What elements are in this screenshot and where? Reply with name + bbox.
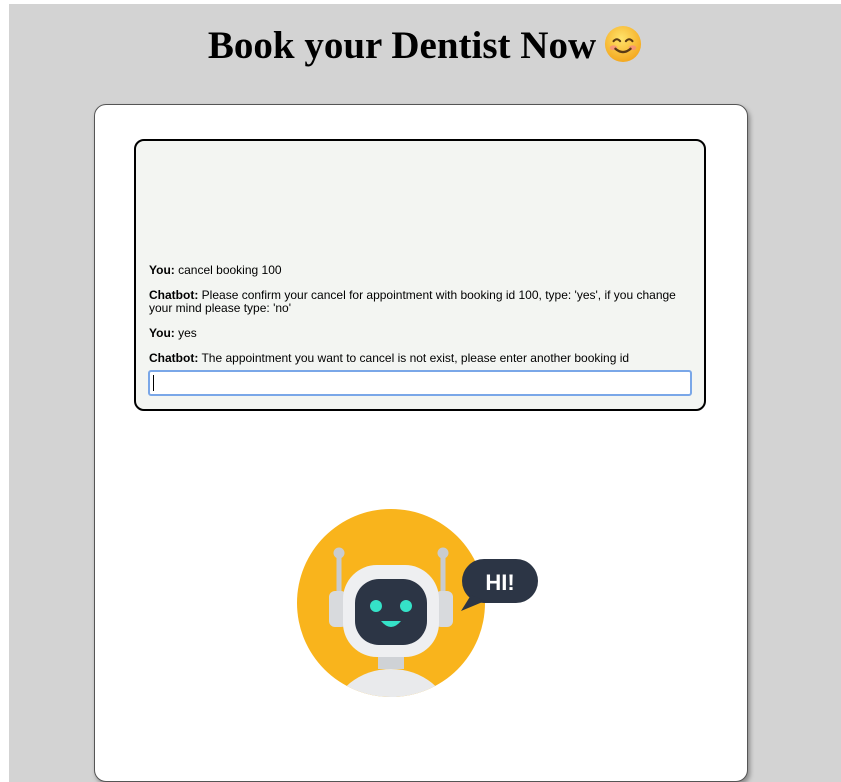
message-text: yes: [178, 326, 197, 340]
robot-icon: HI!: [297, 509, 538, 697]
robot-eye-left: [370, 600, 382, 612]
speech-bubble-text: HI!: [485, 570, 514, 595]
chat-message: You: cancel booking 100: [149, 264, 691, 277]
chat-message: You: yes: [149, 327, 691, 340]
message-speaker: Chatbot:: [149, 351, 199, 365]
message-speaker: Chatbot:: [149, 288, 199, 302]
message-speaker: You:: [149, 263, 175, 277]
chat-message: Chatbot: Please confirm your cancel for …: [149, 289, 691, 315]
message-speaker: You:: [149, 326, 175, 340]
page-title: Book your Dentist Now: [9, 22, 841, 70]
page-title-text: Book your Dentist Now: [207, 24, 597, 67]
message-text: cancel booking 100: [178, 263, 282, 277]
text-cursor: [153, 375, 154, 391]
robot-face-screen: [355, 579, 427, 645]
speech-bubble: HI!: [461, 559, 538, 611]
message-text: Please confirm your cancel for appointme…: [149, 288, 676, 315]
chat-message-list: You: cancel booking 100 Chatbot: Please …: [149, 264, 691, 365]
chat-input[interactable]: [148, 370, 692, 396]
chat-box: You: cancel booking 100 Chatbot: Please …: [134, 139, 706, 411]
robot-eye-right: [400, 600, 412, 612]
message-text: The appointment you want to cancel is no…: [201, 351, 630, 365]
smiling-face-icon: [605, 25, 642, 63]
chat-message: Chatbot: The appointment you want to can…: [149, 352, 691, 365]
page-background: Book your Dentist Now You: cancel bookin…: [9, 4, 841, 782]
chat-card: You: cancel booking 100 Chatbot: Please …: [94, 104, 748, 782]
